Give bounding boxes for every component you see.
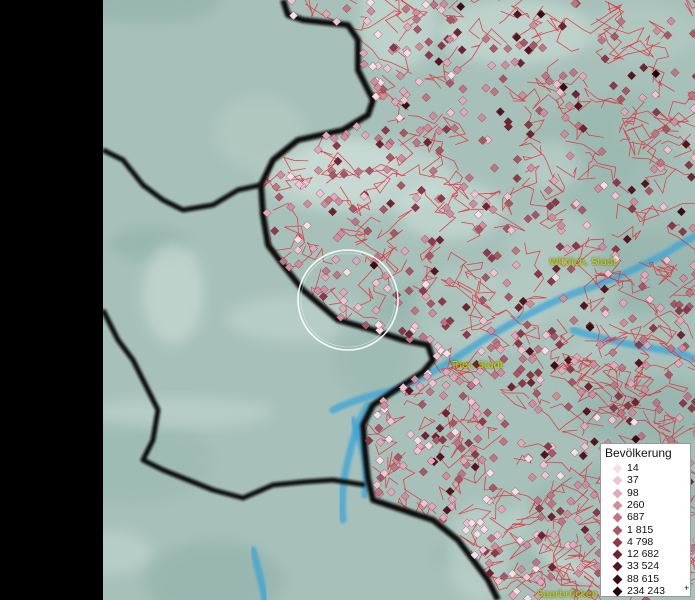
legend-value: 4 798 [627, 535, 654, 548]
legend-value: 14 [627, 462, 639, 474]
legend-swatch [612, 500, 623, 511]
terrain-shade [216, 97, 306, 171]
legend-value: 37 [627, 474, 639, 487]
left-panel-strip [0, 0, 103, 600]
legend-swatch [612, 549, 623, 560]
legend-value: 88 615 [627, 572, 660, 585]
legend-value: 260 [627, 498, 645, 511]
legend-row: 88 615 [601, 572, 690, 586]
legend-value: 234 243 [627, 585, 665, 597]
legend-row: 14 [601, 462, 690, 475]
legend-swatch [612, 561, 623, 572]
legend-swatch [612, 488, 623, 499]
legend-row: 37 [601, 474, 690, 487]
legend-row: 4 798 [601, 535, 690, 549]
legend-row: 234 243 [601, 585, 690, 598]
legend-title: Bevölkerung [605, 446, 672, 460]
legend-swatch [612, 475, 623, 486]
legend-value: 1 815 [627, 523, 654, 536]
legend-row: 687 [601, 511, 690, 524]
legend-swatch [612, 463, 623, 474]
legend-row: 98 [601, 486, 690, 500]
place-label-saarbruecken[interactable]: Saarbrücken [537, 589, 598, 600]
legend-swatch [612, 574, 623, 585]
legend-swatch [612, 537, 623, 548]
legend-value: 12 682 [627, 548, 660, 561]
place-label-trier[interactable]: Trier, Stadt [451, 360, 504, 371]
terrain-shade [585, 5, 695, 61]
terrain-shade [569, 91, 682, 191]
legend-more-symbol: + [684, 583, 690, 593]
legend-value: 98 [627, 486, 639, 499]
population-legend: Bevölkerung 14 37 98 260 687 1 815 4 798 12 682… [600, 443, 691, 597]
legend-row: 12 682 [601, 548, 690, 561]
legend-row: 33 524 [601, 560, 690, 573]
legend-row: 1 815 [601, 523, 690, 537]
legend-swatch [612, 512, 623, 523]
legend-swatch [612, 586, 623, 597]
legend-row: 260 [601, 498, 690, 512]
legend-swatch [612, 525, 623, 535]
place-label-wittlich[interactable]: Wittlich, Stadt [549, 257, 617, 268]
legend-value: 687 [627, 511, 645, 524]
terrain-shade [142, 243, 204, 345]
legend-value: 33 524 [627, 560, 660, 573]
